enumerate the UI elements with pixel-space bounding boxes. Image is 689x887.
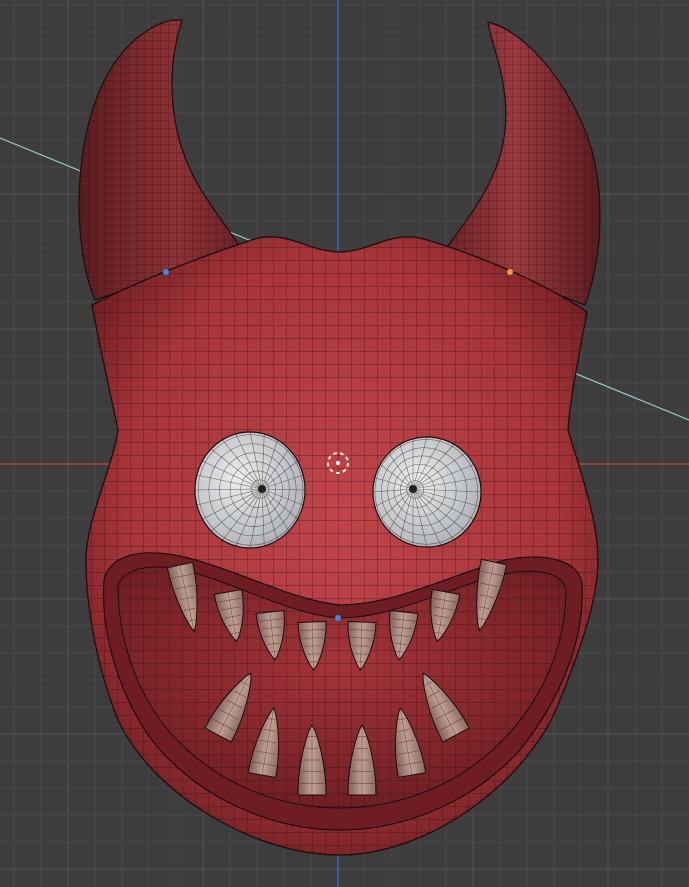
viewport-canvas[interactable]: [0, 0, 689, 887]
3d-viewport[interactable]: [0, 0, 689, 887]
origin-point-icon[interactable]: [335, 615, 341, 621]
demon-mask-mesh[interactable]: [78, 19, 601, 856]
right-eye[interactable]: [372, 436, 482, 548]
left-pupil: [258, 485, 266, 493]
right-pupil: [409, 485, 417, 493]
horn-origin-left-icon[interactable]: [163, 269, 169, 275]
horn-origin-right-icon[interactable]: [507, 269, 513, 275]
left-eye[interactable]: [194, 431, 306, 549]
